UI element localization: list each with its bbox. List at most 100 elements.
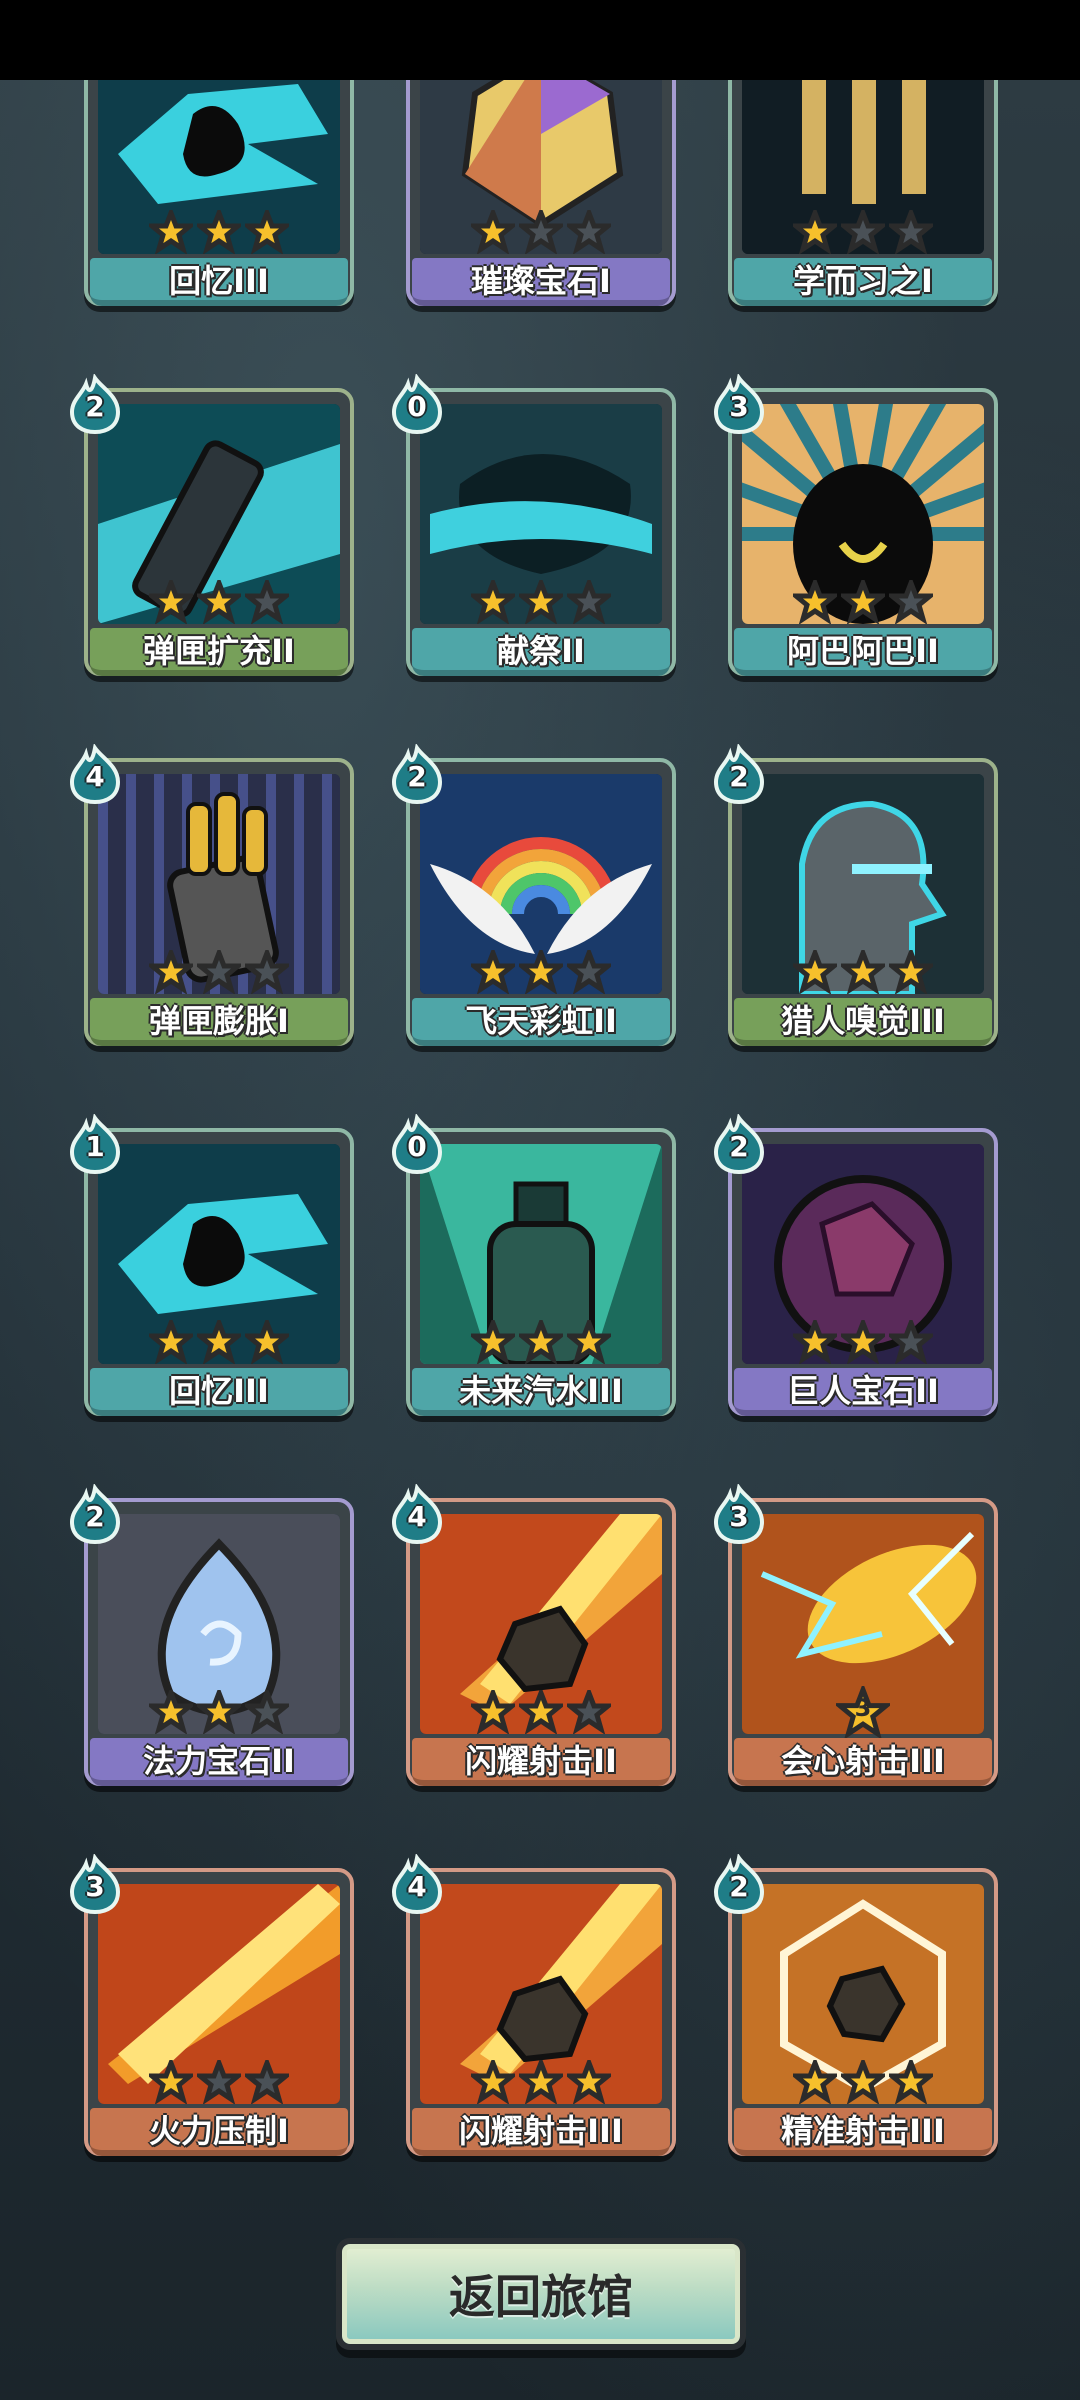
empty-star-icon	[567, 210, 611, 254]
empty-star-icon	[245, 2060, 289, 2104]
energy-cost-value: 2	[85, 1500, 105, 1533]
energy-cost-badge: 0	[390, 1114, 444, 1174]
card-name: 精准射击III	[734, 2108, 992, 2156]
skill-card[interactable]: 3 会心射击III 3	[713, 1484, 1002, 1794]
card-name: 回忆III	[90, 1368, 348, 1416]
star-rating	[402, 950, 680, 994]
skill-card[interactable]: 献祭II 0	[391, 374, 680, 684]
filled-star-icon	[471, 2060, 515, 2104]
empty-star-icon	[889, 210, 933, 254]
energy-cost-value: 3	[729, 390, 749, 423]
star-rating	[80, 1320, 358, 1364]
energy-cost-badge: 4	[68, 744, 122, 804]
filled-star-icon	[567, 1320, 611, 1364]
filled-star-icon	[519, 580, 563, 624]
filled-star-icon	[149, 2060, 193, 2104]
star-rating	[724, 950, 1002, 994]
card-name: 未来汽水III	[412, 1368, 670, 1416]
skill-card[interactable]: 法力宝石II 2	[69, 1484, 358, 1794]
skill-card[interactable]: 精准射击III 2	[713, 1854, 1002, 2164]
skill-card[interactable]: 回忆III 1	[69, 1114, 358, 1424]
card-name: 法力宝石II	[90, 1738, 348, 1786]
star-rating	[402, 1690, 680, 1734]
star-rating	[402, 210, 680, 254]
energy-cost-value: 2	[729, 1870, 749, 1903]
filled-star-icon	[793, 2060, 837, 2104]
skill-card[interactable]: 飞天彩虹II 2	[391, 744, 680, 1054]
energy-cost-badge: 2	[712, 1854, 766, 1914]
filled-star-icon	[519, 1320, 563, 1364]
energy-cost-value: 3	[729, 1500, 749, 1533]
card-name: 弹匣扩充II	[90, 628, 348, 676]
filled-star-icon	[471, 1690, 515, 1734]
card-name: 火力压制I	[90, 2108, 348, 2156]
card-name: 飞天彩虹II	[412, 998, 670, 1046]
skill-card[interactable]: 弹匣膨胀I 4	[69, 744, 358, 1054]
star-level-text: 3	[854, 1694, 872, 1722]
filled-star-icon	[793, 210, 837, 254]
empty-star-icon	[889, 1320, 933, 1364]
empty-star-icon	[197, 950, 241, 994]
filled-star-icon	[149, 1320, 193, 1364]
filled-star-icon	[793, 950, 837, 994]
energy-cost-badge: 2	[68, 1484, 122, 1544]
card-name: 回忆III	[90, 258, 348, 306]
skill-card[interactable]: 闪耀射击III 4	[391, 1854, 680, 2164]
skill-card[interactable]: 回忆III	[80, 80, 358, 314]
filled-star-icon	[149, 950, 193, 994]
empty-star-icon	[889, 580, 933, 624]
skill-card[interactable]: 璀璨宝石I	[402, 80, 680, 314]
energy-cost-badge: 3	[712, 1484, 766, 1544]
card-name: 弹匣膨胀I	[90, 998, 348, 1046]
empty-star-icon	[567, 950, 611, 994]
energy-cost-badge: 3	[712, 374, 766, 434]
energy-cost-value: 0	[407, 1130, 427, 1163]
filled-star-icon	[471, 210, 515, 254]
filled-star-icon	[793, 1320, 837, 1364]
filled-star-icon	[567, 2060, 611, 2104]
filled-star-icon	[197, 580, 241, 624]
skill-card[interactable]: 闪耀射击II 4	[391, 1484, 680, 1794]
star-rating	[402, 1320, 680, 1364]
star-rating	[724, 2060, 1002, 2104]
star-rating	[724, 210, 1002, 254]
skill-card[interactable]: 巨人宝石II 2	[713, 1114, 1002, 1424]
energy-cost-badge: 2	[390, 744, 444, 804]
filled-star-icon	[889, 2060, 933, 2104]
filled-star-icon	[519, 950, 563, 994]
filled-star-icon	[841, 1320, 885, 1364]
card-name: 献祭II	[412, 628, 670, 676]
star-rating	[80, 1690, 358, 1734]
energy-cost-badge: 0	[390, 374, 444, 434]
energy-cost-value: 2	[85, 390, 105, 423]
back-to-inn-button[interactable]: 返回旅馆	[336, 2238, 746, 2350]
skill-card[interactable]: 学而习之I	[724, 80, 1002, 314]
card-name: 巨人宝石II	[734, 1368, 992, 1416]
filled-star-icon	[793, 580, 837, 624]
empty-star-icon	[567, 1690, 611, 1734]
energy-cost-value: 4	[407, 1500, 427, 1533]
filled-star-icon	[519, 1690, 563, 1734]
skill-card[interactable]: 猎人嗅觉III 2	[713, 744, 1002, 1054]
energy-cost-badge: 2	[712, 1114, 766, 1174]
card-collection-scroll[interactable]: 回忆III 璀璨宝石I 学而习之I 弹匣扩充II 2 献祭II 0 阿巴阿巴II…	[0, 80, 1080, 2188]
skill-card[interactable]: 弹匣扩充II 2	[69, 374, 358, 684]
filled-star-icon	[841, 950, 885, 994]
star-rating	[724, 580, 1002, 624]
energy-cost-value: 3	[85, 1870, 105, 1903]
star-level-badge: 3	[836, 1686, 890, 1740]
skill-card[interactable]: 阿巴阿巴II 3	[713, 374, 1002, 684]
skill-card[interactable]: 火力压制I 3	[69, 1854, 358, 2164]
energy-cost-value: 4	[85, 760, 105, 793]
filled-star-icon	[149, 210, 193, 254]
energy-cost-badge: 1	[68, 1114, 122, 1174]
empty-star-icon	[841, 210, 885, 254]
star-rating	[724, 1320, 1002, 1364]
energy-cost-badge: 4	[390, 1484, 444, 1544]
energy-cost-value: 1	[85, 1130, 105, 1163]
star-rating	[402, 2060, 680, 2104]
status-bar	[0, 0, 1080, 80]
star-rating	[402, 580, 680, 624]
skill-card[interactable]: 未来汽水III 0	[391, 1114, 680, 1424]
filled-star-icon	[471, 950, 515, 994]
